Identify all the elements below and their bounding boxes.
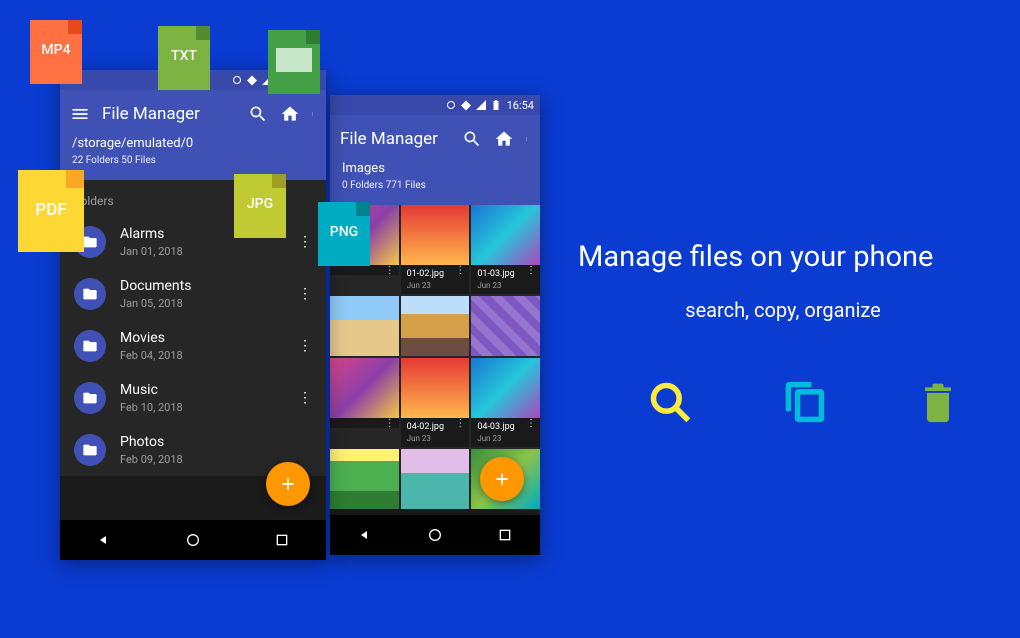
image-item[interactable] xyxy=(330,296,399,356)
status-bar: 16:54 xyxy=(330,95,540,115)
search-icon[interactable] xyxy=(248,104,268,124)
more-icon[interactable]: ⋮ xyxy=(385,269,395,272)
file-badge-mp4: MP4 xyxy=(30,20,82,84)
recents-button[interactable] xyxy=(274,532,290,548)
recents-button[interactable] xyxy=(497,527,513,543)
android-nav-bar xyxy=(60,520,326,560)
folder-name: Movies xyxy=(120,330,284,346)
more-icon[interactable] xyxy=(526,129,530,149)
search-icon[interactable] xyxy=(462,129,482,149)
more-icon[interactable]: ⋮ xyxy=(455,269,465,272)
folder-row[interactable]: Documents Jan 05, 2018 ⋮ xyxy=(60,268,326,320)
file-badge-png: PNG xyxy=(318,202,370,266)
image-item[interactable] xyxy=(471,296,540,356)
folder-row[interactable]: Music Feb 10, 2018 ⋮ xyxy=(60,372,326,424)
hero-title: Manage files on your phone xyxy=(578,240,988,274)
folder-name: Documents xyxy=(120,278,284,294)
more-icon[interactable]: ⋮ xyxy=(385,422,395,425)
signal-icon xyxy=(475,99,487,111)
back-button[interactable] xyxy=(96,532,112,548)
more-icon[interactable]: ⋮ xyxy=(298,292,312,296)
more-icon[interactable]: ⋮ xyxy=(526,269,536,272)
folder-date: Feb 04, 2018 xyxy=(120,349,284,362)
section-header: Folders xyxy=(60,180,326,216)
file-badge-pdf: PDF xyxy=(18,170,84,252)
app-bar: File Manager Images 0 Folders 771 Files xyxy=(330,115,540,205)
image-item[interactable]: ⋮01-02.jpgJun 23 xyxy=(401,205,470,294)
home-button[interactable] xyxy=(185,532,201,548)
image-item[interactable]: ⋮ xyxy=(330,358,399,447)
image-item[interactable] xyxy=(330,449,399,509)
copy-icon xyxy=(782,380,826,424)
folder-list: Folders AlarmsJan 01, 2018 ⋮ Documents Ja… xyxy=(60,180,326,476)
alarm-icon xyxy=(231,74,243,86)
folder-row[interactable]: Movies Feb 04, 2018 ⋮ xyxy=(60,320,326,372)
folder-icon xyxy=(74,330,106,362)
file-badge-txt: TXT xyxy=(158,26,210,90)
app-title: File Manager xyxy=(102,104,236,124)
folder-stats: 22 Folders 50 Files xyxy=(70,153,316,172)
back-button[interactable] xyxy=(357,527,373,543)
app-bar: File Manager /storage/emulated/0 22 Fold… xyxy=(60,90,326,180)
alarm-icon xyxy=(445,99,457,111)
home-icon[interactable] xyxy=(280,104,300,124)
more-icon[interactable]: ⋮ xyxy=(298,240,312,244)
more-icon[interactable]: ⋮ xyxy=(455,422,465,425)
folder-icon xyxy=(74,278,106,310)
more-icon[interactable] xyxy=(312,104,316,124)
folder-icon xyxy=(74,382,106,414)
phone-preview-list: 16:54 File Manager /storage/emulated/0 2… xyxy=(60,70,326,560)
home-icon[interactable] xyxy=(494,129,514,149)
wifi-icon xyxy=(460,99,472,111)
folder-date: Jan 01, 2018 xyxy=(120,245,284,258)
app-title: File Manager xyxy=(340,129,450,149)
image-item[interactable]: ⋮04-02.jpgJun 23 xyxy=(401,358,470,447)
file-badge-spreadsheet xyxy=(268,30,320,94)
folder-name: Music xyxy=(120,382,284,398)
more-icon[interactable]: ⋮ xyxy=(298,396,312,400)
hero-subtitle: search, copy, organize xyxy=(578,298,988,322)
folder-stats: 0 Folders 771 Files xyxy=(340,178,530,197)
folder-date: Feb 10, 2018 xyxy=(120,401,284,414)
folder-row[interactable]: AlarmsJan 01, 2018 ⋮ xyxy=(60,216,326,268)
folder-icon xyxy=(74,434,106,466)
folder-date: Jan 05, 2018 xyxy=(120,297,284,310)
search-icon xyxy=(648,380,692,424)
image-item[interactable] xyxy=(401,449,470,509)
file-badge-jpg: JPG xyxy=(234,174,286,238)
fab-add-button[interactable] xyxy=(266,462,310,506)
breadcrumb[interactable]: Images xyxy=(340,155,530,178)
image-item[interactable] xyxy=(401,296,470,356)
folder-name: Photos xyxy=(120,434,312,450)
action-icons-row xyxy=(648,380,960,424)
image-item[interactable]: ⋮04-03.jpgJun 23 xyxy=(471,358,540,447)
home-button[interactable] xyxy=(427,527,443,543)
breadcrumb[interactable]: /storage/emulated/0 xyxy=(70,130,316,153)
menu-icon[interactable] xyxy=(70,104,90,124)
battery-icon xyxy=(490,99,502,111)
wifi-icon xyxy=(246,74,258,86)
android-nav-bar xyxy=(330,515,540,555)
delete-icon xyxy=(916,380,960,424)
phone-preview-grid: 16:54 File Manager Images 0 Folders 771 … xyxy=(330,95,540,555)
more-icon[interactable]: ⋮ xyxy=(298,344,312,348)
fab-add-button[interactable] xyxy=(480,457,524,501)
status-time: 16:54 xyxy=(507,99,534,112)
more-icon[interactable]: ⋮ xyxy=(526,422,536,425)
image-item[interactable]: ⋮01-03.jpgJun 23 xyxy=(471,205,540,294)
